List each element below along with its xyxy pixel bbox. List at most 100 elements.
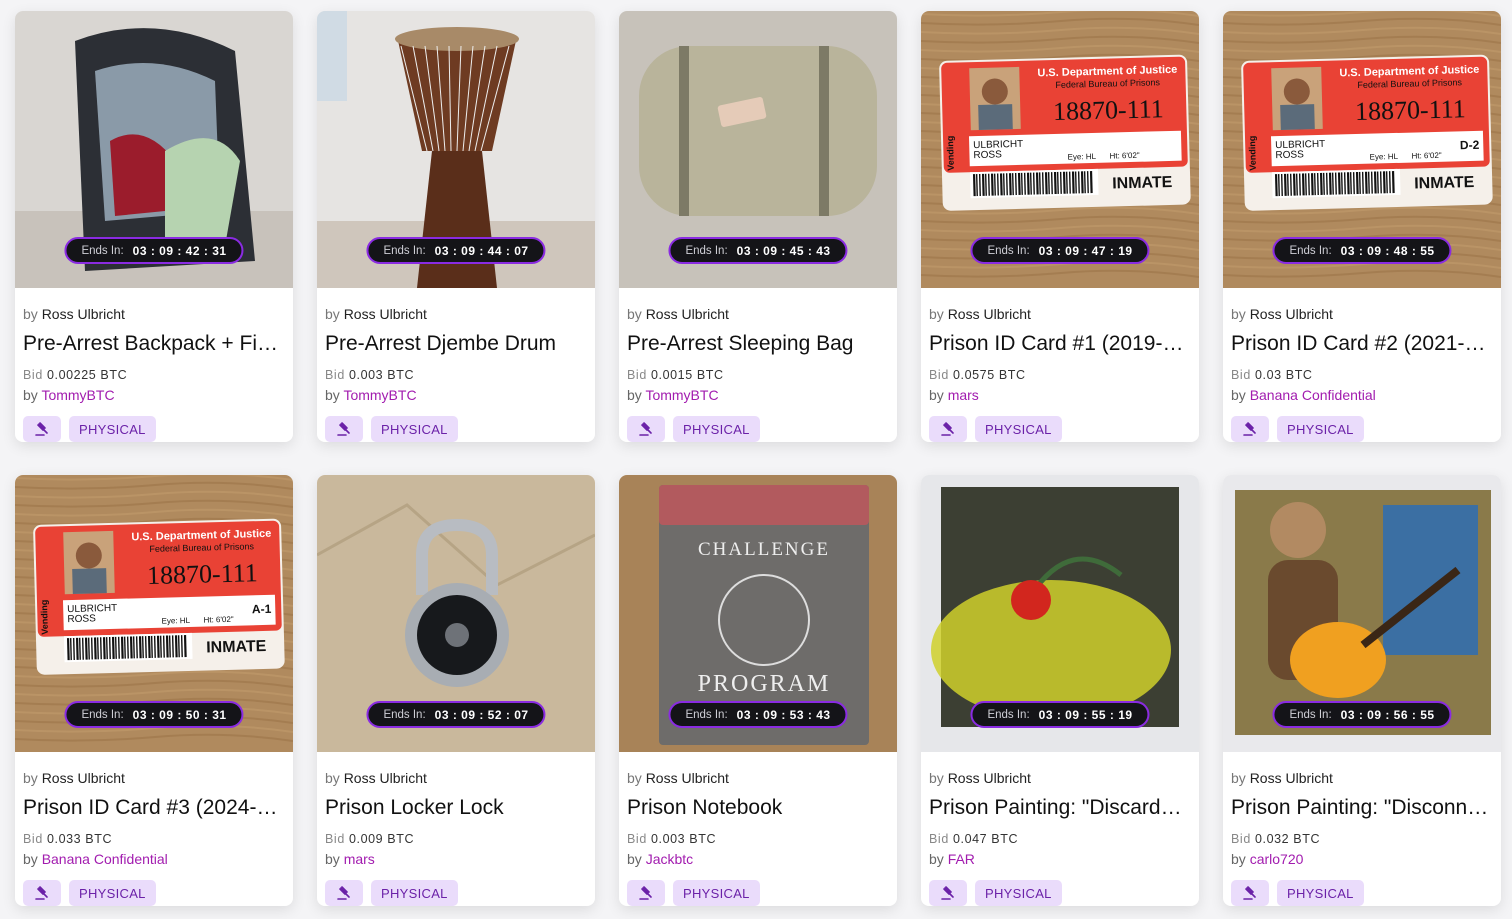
tag-row: PHYSICAL [325, 416, 587, 442]
bid-line: Bid 0.047 BTC [929, 832, 1191, 847]
auction-card[interactable]: U.S. Department of Justice Federal Bureau… [921, 11, 1199, 442]
bidder-name[interactable]: TommyBTC [343, 387, 416, 403]
auction-gavel-icon [1231, 416, 1269, 442]
physical-tag[interactable]: PHYSICAL [975, 880, 1062, 906]
bidder-name[interactable]: mars [948, 387, 979, 403]
item-title[interactable]: Prison Notebook [627, 795, 889, 821]
id-inmate-text: INMATE [1112, 174, 1173, 193]
auction-card[interactable]: Ends In: 03 : 09 : 52 : 07 by Ross Ulbri… [317, 475, 595, 906]
item-title[interactable]: Prison Locker Lock [325, 795, 587, 821]
item-title[interactable]: Prison ID Card #2 (2021-20... [1231, 331, 1493, 357]
item-title[interactable]: Prison ID Card #3 (2024-2... [23, 795, 285, 821]
item-title[interactable]: Pre-Arrest Djembe Drum [325, 331, 587, 357]
id-eye-text: Eye: HL [1067, 152, 1096, 162]
item-image[interactable]: Ends In: 03 : 09 : 45 : 43 [619, 11, 897, 288]
bidder-name[interactable]: Banana Confidential [1250, 387, 1376, 403]
tag-row: PHYSICAL [929, 880, 1191, 906]
item-image[interactable]: Ends In: 03 : 09 : 44 : 07 [317, 11, 595, 288]
figure-head [1270, 502, 1326, 558]
item-image[interactable]: Ends In: 03 : 09 : 52 : 07 [317, 475, 595, 752]
bid-label: Bid [929, 832, 949, 846]
item-title[interactable]: Prison Painting: "Disconnec... [1231, 795, 1493, 821]
item-image[interactable]: Ends In: 03 : 09 : 56 : 55 [1223, 475, 1501, 752]
bidder-line: by mars [325, 851, 587, 868]
countdown-value: 03 : 09 : 42 : 31 [132, 243, 227, 258]
auction-grid: Ends In: 03 : 09 : 42 : 31 by Ross Ulbri… [15, 11, 1501, 906]
tag-row: PHYSICAL [23, 880, 285, 906]
notebook-title-bottom: PROGRAM [698, 671, 831, 697]
item-title[interactable]: Pre-Arrest Backpack + Five... [23, 331, 285, 357]
bidder-name[interactable]: Jackbtc [646, 851, 693, 867]
id-side-text: Vending [39, 600, 50, 635]
item-title[interactable]: Pre-Arrest Sleeping Bag [627, 331, 889, 357]
bidder-line: by mars [929, 387, 1191, 404]
id-card-graphic: U.S. Department of JusticeFederal Bureau… [1241, 54, 1493, 211]
bidder-name[interactable]: mars [344, 851, 375, 867]
creator-name: Ross Ulbricht [645, 770, 729, 786]
countdown-badge: Ends In: 03 : 09 : 50 : 31 [64, 701, 244, 728]
bidder-name[interactable]: FAR [948, 851, 975, 867]
physical-tag[interactable]: PHYSICAL [673, 416, 760, 442]
auction-card[interactable]: Ends In: 03 : 09 : 56 : 55 by Ross Ulbri… [1223, 475, 1501, 906]
countdown-value: 03 : 09 : 55 : 19 [1038, 707, 1133, 722]
bid-label: Bid [1231, 832, 1251, 846]
physical-tag[interactable]: PHYSICAL [673, 880, 760, 906]
item-image[interactable]: U.S. Department of Justice Federal Bureau… [1223, 11, 1501, 288]
auction-card[interactable]: U.S. Department of Justice Federal Bureau… [1223, 11, 1501, 442]
auction-card[interactable]: Ends In: 03 : 09 : 55 : 19 by Ross Ulbri… [921, 475, 1199, 906]
bid-line: Bid 0.033 BTC [23, 832, 285, 847]
bid-amount: 0.0015 BTC [650, 368, 724, 382]
bidder-name[interactable]: carlo720 [1250, 851, 1304, 867]
bid-line: Bid 0.03 BTC [1231, 368, 1493, 383]
physical-tag[interactable]: PHYSICAL [371, 880, 458, 906]
item-title[interactable]: Prison ID Card #1 (2019-20... [929, 331, 1191, 357]
item-title[interactable]: Prison Painting: "Discarded"... [929, 795, 1191, 821]
id-eye-text: Eye: HL [1369, 152, 1398, 162]
physical-tag[interactable]: PHYSICAL [69, 416, 156, 442]
creator-by-label: by [929, 770, 944, 786]
physical-tag[interactable]: PHYSICAL [1277, 880, 1364, 906]
tag-row: PHYSICAL [1231, 880, 1493, 906]
auction-card[interactable]: CHALLENGE PROGRAM Ends In: 03 : 09 : 53 :… [619, 475, 897, 906]
id-height-text: Ht: 6'02" [203, 615, 234, 625]
bidder-by-label: by [929, 387, 944, 403]
creator-name: Ross Ulbricht [947, 770, 1031, 786]
bidder-name[interactable]: Banana Confidential [42, 851, 168, 867]
countdown-label: Ends In: [685, 244, 728, 257]
bidder-name[interactable]: TommyBTC [645, 387, 718, 403]
creator-line: by Ross Ulbricht [1231, 306, 1493, 323]
id-number-text: 18870-111 [1355, 94, 1466, 126]
auction-gavel-icon [929, 416, 967, 442]
bid-label: Bid [23, 832, 43, 846]
auction-card[interactable]: Ends In: 03 : 09 : 42 : 31 by Ross Ulbri… [15, 11, 293, 442]
creator-name: Ross Ulbricht [645, 306, 729, 322]
creator-by-label: by [1231, 306, 1246, 322]
bidder-line: by carlo720 [1231, 851, 1493, 868]
item-image[interactable]: Ends In: 03 : 09 : 55 : 19 [921, 475, 1199, 752]
auction-card[interactable]: Ends In: 03 : 09 : 45 : 43 by Ross Ulbri… [619, 11, 897, 442]
physical-tag[interactable]: PHYSICAL [371, 416, 458, 442]
item-image[interactable]: U.S. Department of Justice Federal Bureau… [15, 475, 293, 752]
id-height-text: Ht: 6'02" [1411, 151, 1442, 161]
physical-tag[interactable]: PHYSICAL [69, 880, 156, 906]
auction-card[interactable]: U.S. Department of Justice Federal Bureau… [15, 475, 293, 906]
creator-name: Ross Ulbricht [1249, 306, 1333, 322]
bid-label: Bid [627, 832, 647, 846]
bid-label: Bid [23, 368, 43, 382]
creator-line: by Ross Ulbricht [1231, 770, 1493, 787]
creator-name: Ross Ulbricht [41, 306, 125, 322]
item-image[interactable]: Ends In: 03 : 09 : 42 : 31 [15, 11, 293, 288]
creator-line: by Ross Ulbricht [325, 306, 587, 323]
creator-by-label: by [627, 770, 642, 786]
bid-line: Bid 0.00225 BTC [23, 368, 285, 383]
physical-tag[interactable]: PHYSICAL [975, 416, 1062, 442]
auction-gavel-icon [325, 880, 363, 906]
id-eye-text: Eye: HL [161, 616, 190, 626]
auction-card[interactable]: Ends In: 03 : 09 : 44 : 07 by Ross Ulbri… [317, 11, 595, 442]
item-image[interactable]: CHALLENGE PROGRAM Ends In: 03 : 09 : 53 :… [619, 475, 897, 752]
bidder-line: by Banana Confidential [1231, 387, 1493, 404]
bid-amount: 0.033 BTC [46, 832, 113, 846]
bidder-name[interactable]: TommyBTC [41, 387, 114, 403]
physical-tag[interactable]: PHYSICAL [1277, 416, 1364, 442]
item-image[interactable]: U.S. Department of Justice Federal Bureau… [921, 11, 1199, 288]
